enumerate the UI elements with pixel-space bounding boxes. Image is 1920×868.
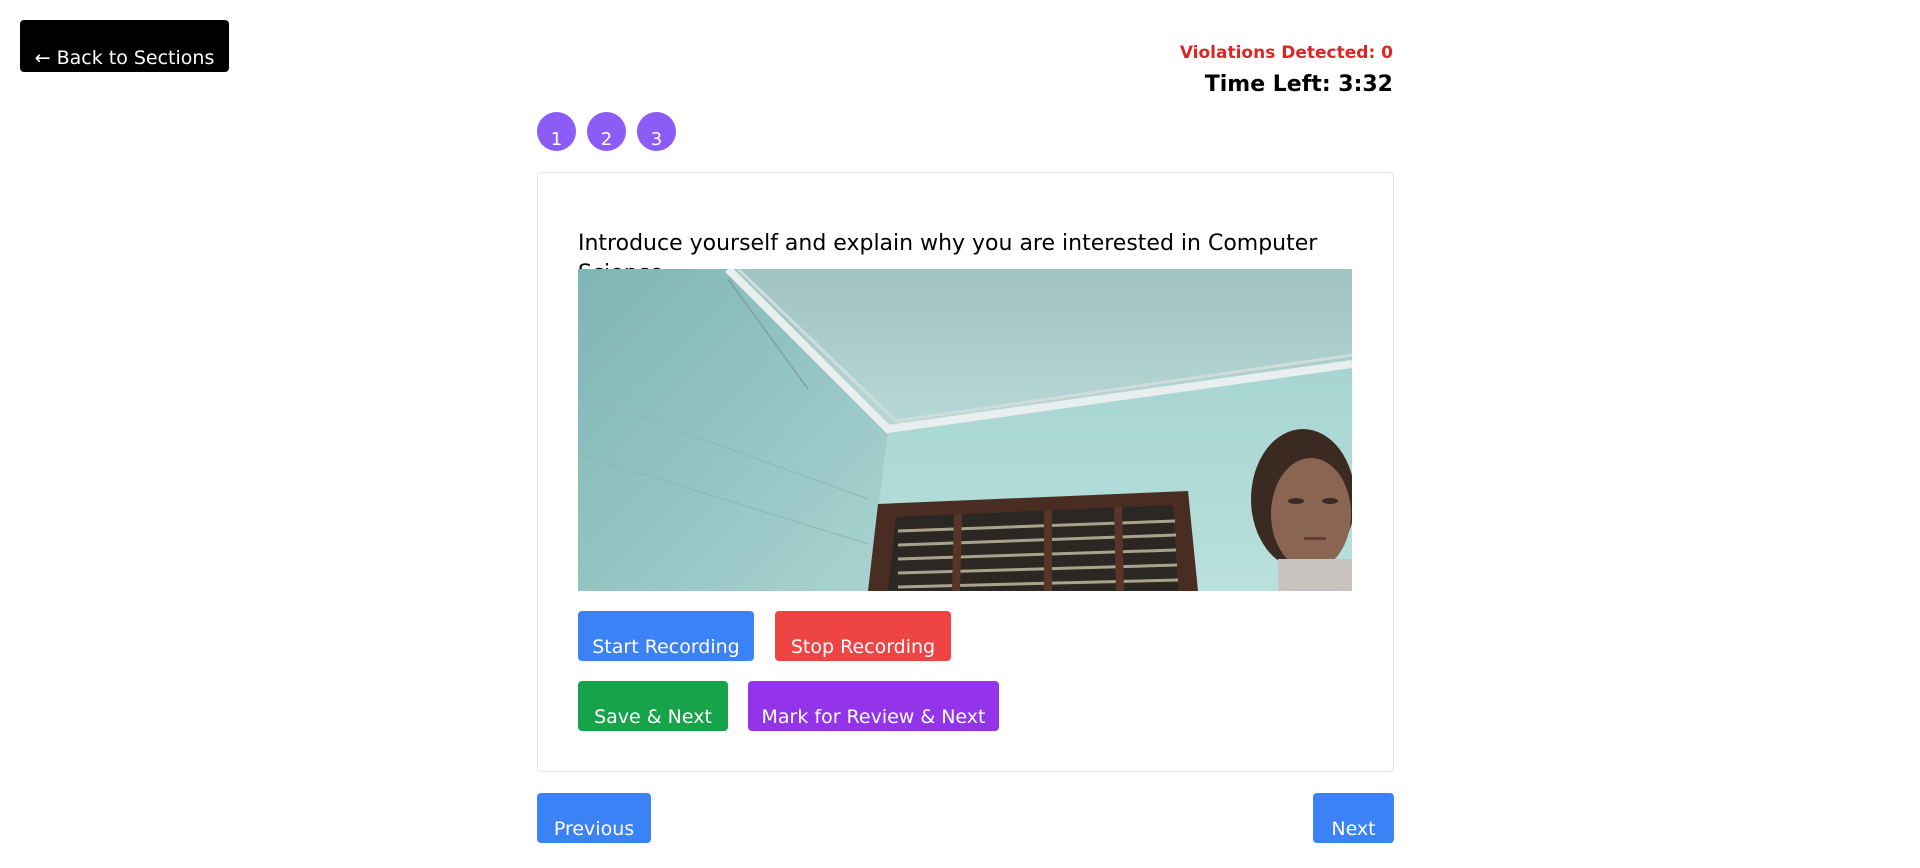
question-card: Introduce yourself and explain why you a… <box>537 172 1394 772</box>
exam-status: Violations Detected: 0 Time Left: 3:32 <box>1180 42 1393 99</box>
question-nav-3[interactable]: 3 <box>637 112 676 151</box>
back-to-sections-button[interactable]: ← Back to Sections <box>20 20 229 72</box>
time-left: Time Left: 3:32 <box>1204 72 1393 97</box>
webcam-preview <box>578 269 1352 591</box>
question-navigator: 1 2 3 <box>537 112 676 151</box>
question-nav-1[interactable]: 1 <box>537 112 576 151</box>
save-and-next-button[interactable]: Save & Next <box>578 681 728 731</box>
mark-for-review-and-next-button[interactable]: Mark for Review & Next <box>748 681 999 731</box>
violations-counter: Violations Detected: 0 <box>1179 43 1393 63</box>
question-nav-2[interactable]: 2 <box>587 112 626 151</box>
webcam-feed-image <box>578 269 1352 591</box>
start-recording-button[interactable]: Start Recording <box>578 611 754 661</box>
stop-recording-button[interactable]: Stop Recording <box>775 611 951 661</box>
previous-button[interactable]: Previous <box>537 793 651 843</box>
next-button[interactable]: Next <box>1313 793 1394 843</box>
